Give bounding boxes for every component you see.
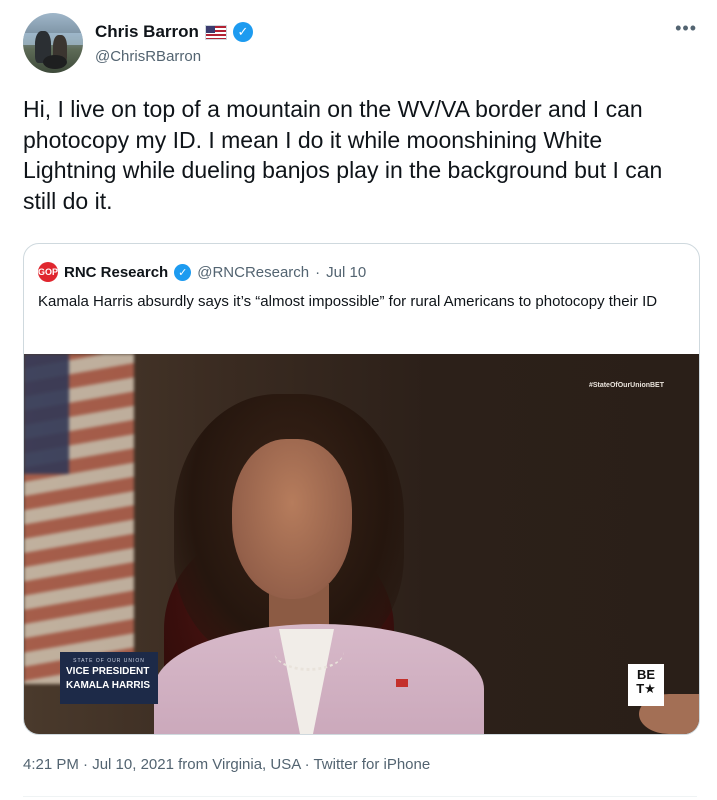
meta-separator-2: · xyxy=(300,756,314,773)
author-avatar[interactable] xyxy=(23,13,83,73)
more-options-icon[interactable]: ••• xyxy=(675,18,697,39)
tweet-time[interactable]: 4:21 PM xyxy=(23,756,79,773)
quoted-separator: · xyxy=(315,263,321,281)
bet-logo-line-2: T★ xyxy=(636,681,656,696)
tweet-source[interactable]: Twitter for iPhone xyxy=(313,756,430,773)
quoted-author-handle: @RNCResearch xyxy=(197,263,310,281)
tweet-location[interactable]: Virginia, USA xyxy=(212,756,300,773)
background-flag xyxy=(24,354,134,684)
quoted-tweet-video[interactable]: #StateOfOurUnionBET STATE OF OUR UNION V… xyxy=(24,354,699,734)
lower-third-show: STATE OF OUR UNION xyxy=(73,658,145,664)
quoted-verified-badge-icon: ✓ xyxy=(174,263,192,281)
avatar-dog xyxy=(43,55,67,69)
tweet-metadata: 4:21 PM · Jul 10, 2021 from Virginia, US… xyxy=(23,756,430,773)
author-display-name[interactable]: Chris Barron xyxy=(95,22,199,42)
lower-third-line-1: VICE PRESIDENT xyxy=(66,666,150,677)
author-name-row: Chris Barron ✓ xyxy=(95,20,253,44)
tweet-text: Hi, I live on top of a mountain on the W… xyxy=(23,96,663,214)
divider xyxy=(23,796,697,797)
lapel-pin xyxy=(396,679,408,687)
bet-logo-icon: BE T★ xyxy=(628,664,664,706)
quoted-date: Jul 10 xyxy=(326,263,367,281)
verified-badge-icon: ✓ xyxy=(232,22,253,42)
tweet-date[interactable]: Jul 10, 2021 xyxy=(92,756,174,773)
video-hashtag: #StateOfOurUnionBET xyxy=(588,382,664,389)
meta-separator-1: · xyxy=(78,756,93,773)
quoted-tweet-card[interactable]: GOP RNC Research ✓ @RNCResearch · Jul 10… xyxy=(23,243,700,735)
lower-third-line-2: KAMALA HARRIS xyxy=(66,680,151,691)
author-handle[interactable]: @ChrisRBarron xyxy=(95,48,201,65)
quoted-author-name: RNC Research xyxy=(64,263,169,281)
person-face xyxy=(232,439,352,599)
quoted-tweet-header: GOP RNC Research ✓ @RNCResearch · Jul 10 xyxy=(38,261,366,283)
tweet: Chris Barron ✓ @ChrisRBarron ••• Hi, I l… xyxy=(0,0,717,800)
quoted-author-avatar: GOP xyxy=(38,262,58,282)
bet-logo-line-1: BE xyxy=(636,667,656,682)
person-necklace xyxy=(274,632,344,671)
quoted-tweet-text: Kamala Harris absurdly says it’s “almost… xyxy=(38,293,658,310)
video-lower-third: STATE OF OUR UNION VICE PRESIDENT KAMALA… xyxy=(60,652,158,704)
us-flag-icon xyxy=(204,24,227,40)
meta-from: from xyxy=(173,756,213,773)
